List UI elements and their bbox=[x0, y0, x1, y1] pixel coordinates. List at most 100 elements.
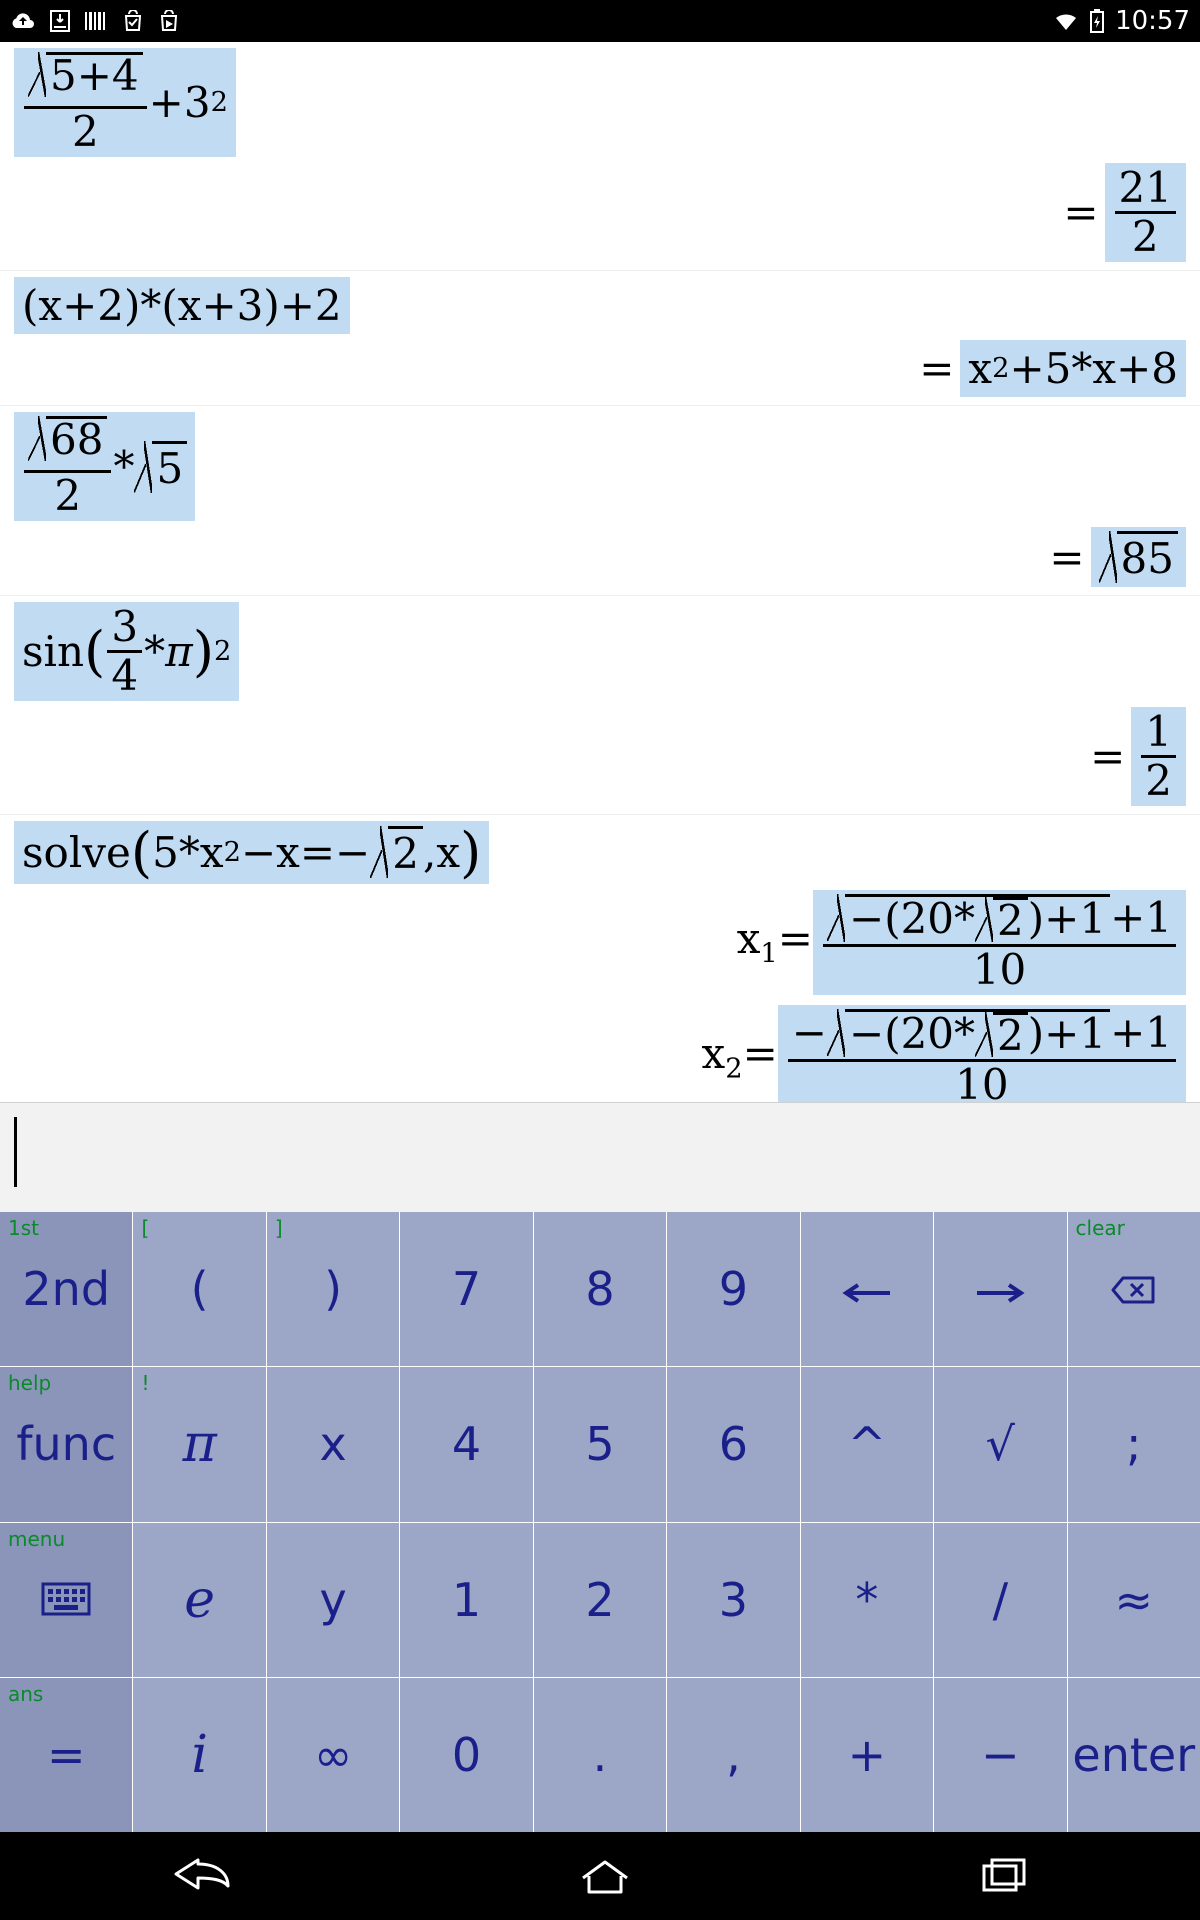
key-9[interactable]: 9 bbox=[667, 1212, 799, 1366]
key-func[interactable]: helpfunc bbox=[0, 1367, 132, 1521]
key-[interactable]: [( bbox=[133, 1212, 265, 1366]
key-main-label: = bbox=[47, 1732, 86, 1778]
key-[interactable]: − bbox=[934, 1678, 1066, 1832]
key-7[interactable]: 7 bbox=[400, 1212, 532, 1366]
clock-text: 10:57 bbox=[1115, 6, 1190, 36]
key-8[interactable]: 8 bbox=[534, 1212, 666, 1366]
battery-charging-icon bbox=[1089, 9, 1105, 33]
key-main-label: ; bbox=[1126, 1421, 1142, 1467]
key-alt-label: ] bbox=[275, 1216, 283, 1240]
play-store-icon bbox=[158, 10, 180, 32]
arrow-right-icon bbox=[975, 1266, 1025, 1312]
key-main-label: * bbox=[855, 1577, 878, 1623]
key-enter[interactable]: enter bbox=[1068, 1678, 1200, 1832]
result[interactable]: 1 2 bbox=[1131, 707, 1186, 806]
key-2[interactable]: 2 bbox=[534, 1523, 666, 1677]
key-[interactable]: ^ bbox=[801, 1367, 933, 1521]
history-entry[interactable]: (x+2)*(x+3)+2 = x2+5*x+8 bbox=[0, 270, 1200, 405]
key-[interactable]: * bbox=[801, 1523, 933, 1677]
result[interactable]: −(20* 2 )+1 +1 10 bbox=[813, 890, 1186, 995]
expression[interactable]: 5+4 2 +32 bbox=[14, 48, 236, 157]
key-main-label: 1 bbox=[452, 1577, 481, 1623]
key-e[interactable]: e bbox=[133, 1523, 265, 1677]
key-[interactable]: . bbox=[534, 1678, 666, 1832]
home-icon[interactable] bbox=[575, 1856, 635, 1896]
key-cursor-left[interactable] bbox=[801, 1212, 933, 1366]
key-4[interactable]: 4 bbox=[400, 1367, 532, 1521]
key-1[interactable]: 1 bbox=[400, 1523, 532, 1677]
key-[interactable]: ans = bbox=[0, 1678, 132, 1832]
fraction-den: 2 bbox=[50, 473, 85, 517]
key-main-label: ( bbox=[191, 1266, 209, 1312]
key-main-label: enter bbox=[1072, 1732, 1195, 1778]
key-[interactable]: + bbox=[801, 1678, 933, 1832]
history-entry[interactable]: 5+4 2 +32 = 21 2 bbox=[0, 42, 1200, 270]
key-main-label: y bbox=[319, 1577, 346, 1623]
key-5[interactable]: 5 bbox=[534, 1367, 666, 1521]
key-y[interactable]: y bbox=[267, 1523, 399, 1677]
key-[interactable]: ≈ bbox=[1068, 1523, 1200, 1677]
key-3[interactable]: 3 bbox=[667, 1523, 799, 1677]
history-entry[interactable]: sin( 3 4 *π )2 = 1 2 bbox=[0, 595, 1200, 814]
shopping-check-icon bbox=[122, 10, 144, 32]
sqrt-radicand: 5 bbox=[152, 441, 187, 493]
result[interactable]: 85 bbox=[1091, 527, 1186, 587]
key-x[interactable]: x bbox=[267, 1367, 399, 1521]
key-main-label: 3 bbox=[719, 1577, 748, 1623]
sqrt-radicand: 68 bbox=[46, 416, 107, 461]
key-[interactable]: / bbox=[934, 1523, 1066, 1677]
sqrt-radicand: 85 bbox=[1117, 531, 1178, 583]
key-main-label: + bbox=[848, 1732, 887, 1778]
key-backspace[interactable]: clear bbox=[1068, 1212, 1200, 1366]
arrow-left-icon bbox=[842, 1266, 892, 1312]
expression[interactable]: sin( 3 4 *π )2 bbox=[14, 602, 239, 701]
key-[interactable]: , bbox=[667, 1678, 799, 1832]
key-alt-label: clear bbox=[1076, 1216, 1125, 1240]
key-main-label: , bbox=[726, 1732, 741, 1778]
expression-input[interactable] bbox=[0, 1102, 1200, 1212]
back-icon[interactable] bbox=[168, 1856, 238, 1896]
key-6[interactable]: 6 bbox=[667, 1367, 799, 1521]
status-bar: 10:57 bbox=[0, 0, 1200, 42]
key-0[interactable]: 0 bbox=[400, 1678, 532, 1832]
key-main-label: ^ bbox=[848, 1421, 887, 1467]
result[interactable]: − −(20* 2 )+1 +1 10 bbox=[778, 1005, 1186, 1102]
keypad: 1st 2nd [(])7 8 9 clear helpfunc!πx 4 56 ^ √; menu e… bbox=[0, 1212, 1200, 1832]
equals-sign: = bbox=[1090, 732, 1125, 781]
equals-sign: = bbox=[1063, 188, 1098, 237]
key-main-label: ∞ bbox=[314, 1732, 352, 1778]
expression[interactable]: 68 2 * 5 bbox=[14, 412, 195, 521]
key-[interactable]: ]) bbox=[267, 1212, 399, 1366]
key-[interactable]: !π bbox=[133, 1367, 265, 1521]
history-entry[interactable]: 68 2 * 5 = 85 bbox=[0, 405, 1200, 595]
key-main-label: 4 bbox=[452, 1421, 481, 1467]
expression[interactable]: (x+2)*(x+3)+2 bbox=[14, 277, 350, 334]
key-[interactable]: ; bbox=[1068, 1367, 1200, 1521]
key-alt-label: help bbox=[8, 1371, 51, 1395]
key-main-label: e bbox=[184, 1574, 215, 1626]
result[interactable]: 21 2 bbox=[1105, 163, 1186, 262]
barcode-icon bbox=[84, 10, 108, 32]
expression[interactable]: solve( 5*x2−x=− 2 ,x) bbox=[14, 821, 489, 884]
key-main-label: 2nd bbox=[22, 1266, 110, 1312]
key-alt-label: ans bbox=[8, 1682, 43, 1706]
key-main-label: / bbox=[993, 1577, 1009, 1623]
key-alt-label: 1st bbox=[8, 1216, 39, 1240]
key-main-label: ≈ bbox=[1114, 1577, 1153, 1623]
equals-sign: = bbox=[919, 344, 954, 393]
key-i[interactable]: i bbox=[133, 1678, 265, 1832]
key-cursor-right[interactable] bbox=[934, 1212, 1066, 1366]
result[interactable]: x2+5*x+8 bbox=[960, 340, 1186, 397]
key-main-label: 8 bbox=[585, 1266, 614, 1312]
recents-icon[interactable] bbox=[972, 1856, 1032, 1896]
key-main-label: 0 bbox=[452, 1732, 481, 1778]
history-entry[interactable]: solve( 5*x2−x=− 2 ,x) x1= −(20* 2 bbox=[0, 814, 1200, 1102]
key-alt-label: menu bbox=[8, 1527, 65, 1551]
key-2nd[interactable]: 1st 2nd bbox=[0, 1212, 132, 1366]
history-pane[interactable]: 5+4 2 +32 = 21 2 (x+2)*(x+3)+2 = bbox=[0, 42, 1200, 1102]
key-[interactable]: ∞ bbox=[267, 1678, 399, 1832]
key-[interactable]: √ bbox=[934, 1367, 1066, 1521]
result-label: x2= bbox=[702, 1029, 778, 1084]
key-keyboard[interactable]: menu bbox=[0, 1523, 132, 1677]
fraction-den: 2 bbox=[68, 109, 103, 153]
